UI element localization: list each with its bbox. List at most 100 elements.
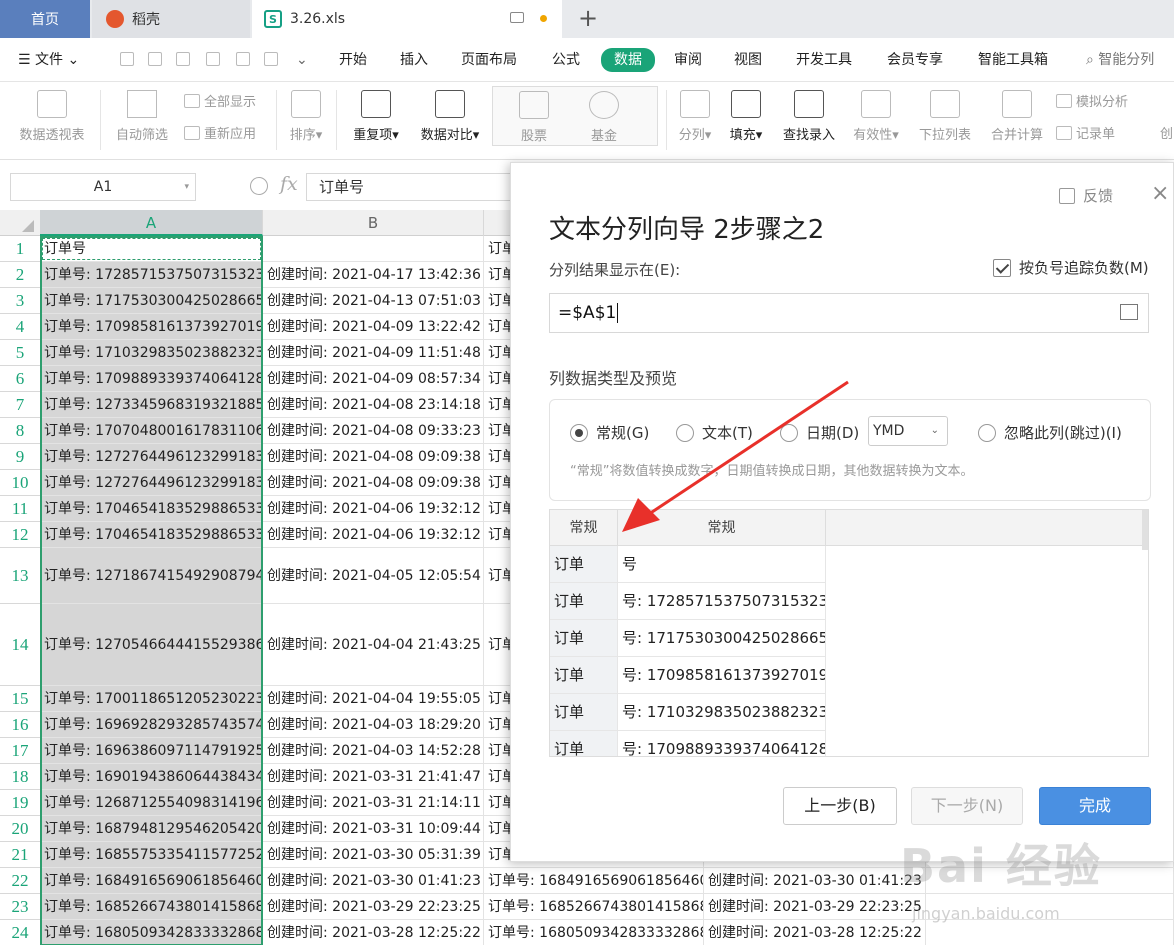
select-all-icon[interactable] bbox=[22, 220, 34, 232]
cell-b[interactable]: 创建时间: 2021-04-17 13:42:36 bbox=[263, 262, 484, 288]
negative-tracking-option[interactable]: 按负号追踪负数(M) bbox=[993, 257, 1149, 278]
cell-c[interactable]: 订单号: 1685266743801415868 bbox=[484, 894, 704, 920]
whatif-button[interactable]: 模拟分析 bbox=[1056, 91, 1128, 110]
new-tab-icon[interactable]: + bbox=[576, 4, 600, 32]
fill-button[interactable]: 填充▾ bbox=[722, 82, 770, 160]
zoom-icon[interactable] bbox=[250, 177, 268, 195]
row-header[interactable]: 14 bbox=[0, 604, 40, 686]
cell-a[interactable]: 订单号: 1704654183529886533 bbox=[40, 522, 263, 548]
cell-a[interactable]: 订单号: 1271867415492908794 bbox=[40, 548, 263, 604]
consolidate-button[interactable]: 合并计算 bbox=[984, 82, 1050, 160]
show-all-button[interactable]: 全部显示 bbox=[184, 91, 256, 110]
cell-a[interactable]: 订单号: 1707048001617831106 bbox=[40, 418, 263, 444]
row-header[interactable]: 10 bbox=[0, 470, 40, 496]
radio-skip-circle[interactable] bbox=[978, 423, 996, 442]
name-box[interactable]: A1 ▾ bbox=[10, 173, 196, 201]
validity-button[interactable]: 有效性▾ bbox=[846, 82, 906, 160]
cell-a[interactable]: 订单号: 1685266743801415868 bbox=[40, 894, 263, 920]
cell-a[interactable]: 订单号: 1696928293285743574 bbox=[40, 712, 263, 738]
cell-a[interactable]: 订单号: 1687948129546205420 bbox=[40, 816, 263, 842]
print-icon[interactable] bbox=[176, 52, 190, 66]
menu-item-data[interactable]: 数据 bbox=[601, 48, 655, 72]
cell-b[interactable]: 创建时间: 2021-03-31 21:41:47 bbox=[263, 764, 484, 790]
row-header[interactable]: 6 bbox=[0, 366, 40, 392]
duplicates-button[interactable]: 重复项▾ bbox=[344, 82, 408, 160]
row-header[interactable]: 12 bbox=[0, 522, 40, 548]
cell-b[interactable]: 创建时间: 2021-04-03 14:52:28 bbox=[263, 738, 484, 764]
print-preview-icon[interactable] bbox=[206, 52, 220, 66]
tab-home[interactable]: 首页 bbox=[0, 0, 90, 38]
cell-b[interactable]: 创建时间: 2021-04-08 23:14:18 bbox=[263, 392, 484, 418]
menu-item-member[interactable]: 会员专享 bbox=[887, 49, 943, 71]
formula-input[interactable]: 订单号 bbox=[306, 173, 536, 201]
cell-c[interactable]: 订单号: 1680509342833332868 bbox=[484, 920, 704, 945]
tab-daoke[interactable]: 稻壳 bbox=[92, 0, 250, 38]
dropdown-list-button[interactable]: 下拉列表 bbox=[912, 82, 978, 160]
menu-item-view[interactable]: 视图 bbox=[734, 49, 762, 71]
create-button[interactable]: 创 bbox=[1160, 123, 1173, 142]
close-icon[interactable]: × bbox=[1151, 181, 1169, 206]
undo-icon[interactable] bbox=[148, 52, 162, 66]
row-header[interactable]: 20 bbox=[0, 816, 40, 842]
row-header[interactable]: 2 bbox=[0, 262, 40, 288]
radio-skip[interactable]: 忽略此列(跳过)(I) bbox=[978, 422, 1122, 443]
file-menu[interactable]: ☰ 文件 ⌄ bbox=[18, 49, 79, 71]
cell-a[interactable]: 订单号: 1270546644415529386 bbox=[40, 604, 263, 686]
stock-button[interactable]: 股票 bbox=[499, 83, 569, 161]
cell-b[interactable]: 创建时间: 2021-04-08 09:33:23 bbox=[263, 418, 484, 444]
row-header[interactable]: 15 bbox=[0, 686, 40, 712]
cell-a[interactable]: 订单号: 1272764496123299183 bbox=[40, 444, 263, 470]
row-header[interactable]: 4 bbox=[0, 314, 40, 340]
row-header[interactable]: 7 bbox=[0, 392, 40, 418]
save-icon[interactable] bbox=[120, 52, 134, 66]
cell-b[interactable]: 创建时间: 2021-03-31 21:14:11 bbox=[263, 790, 484, 816]
smart-split-search[interactable]: ⌕ 智能分列 bbox=[1086, 49, 1154, 71]
cell-b[interactable]: 创建时间: 2021-04-03 18:29:20 bbox=[263, 712, 484, 738]
cell-a[interactable]: 订单号: 1717530300425028665 bbox=[40, 288, 263, 314]
cell-b[interactable]: 创建时间: 2021-03-29 22:23:25 bbox=[263, 894, 484, 920]
fx-icon[interactable]: fx bbox=[280, 173, 298, 195]
cell-b[interactable]: 创建时间: 2021-04-05 12:05:54 bbox=[263, 548, 484, 604]
row-header[interactable]: 13 bbox=[0, 548, 40, 604]
row-header[interactable]: 9 bbox=[0, 444, 40, 470]
cell-c[interactable]: 订单号: 1684916569061856460 bbox=[484, 868, 704, 894]
menu-item-home[interactable]: 开始 bbox=[339, 49, 367, 71]
column-header-b[interactable]: B bbox=[263, 210, 484, 236]
radio-general-circle[interactable] bbox=[570, 423, 588, 442]
cell-a[interactable]: 订单号: 1268712554098314196 bbox=[40, 790, 263, 816]
cell-a[interactable]: 订单号: 1685575335411577252 bbox=[40, 842, 263, 868]
format-painter-icon[interactable] bbox=[264, 52, 278, 66]
redo-icon[interactable] bbox=[236, 52, 250, 66]
preview-scrollbar[interactable] bbox=[1142, 510, 1148, 550]
menu-item-toolbox[interactable]: 智能工具箱 bbox=[978, 49, 1048, 71]
cell-a[interactable]: 订单号: 1684916569061856460 bbox=[40, 868, 263, 894]
fund-button[interactable]: 基金 bbox=[569, 83, 639, 161]
sort-button[interactable]: 排序▾ bbox=[282, 82, 330, 160]
cell-a[interactable]: 订单号: 1273345968319321885 bbox=[40, 392, 263, 418]
row-header[interactable]: 17 bbox=[0, 738, 40, 764]
cell-b[interactable]: 创建时间: 2021-03-30 05:31:39 bbox=[263, 842, 484, 868]
row-header[interactable]: 21 bbox=[0, 842, 40, 868]
stock-fund-gallery[interactable]: 股票 基金 bbox=[492, 86, 658, 146]
cell-b[interactable]: 创建时间: 2021-04-04 19:55:05 bbox=[263, 686, 484, 712]
cell-a[interactable]: 订单号: 1704654183529886533 bbox=[40, 496, 263, 522]
cell-a[interactable]: 订单号: 1690194386064438434 bbox=[40, 764, 263, 790]
cell-a[interactable]: 订单号: 1709858161373927019 bbox=[40, 314, 263, 340]
cell-d[interactable]: 创建时间: 2021-03-29 22:23:25 bbox=[704, 894, 926, 920]
reapply-button[interactable]: 重新应用 bbox=[184, 123, 256, 142]
cell-b[interactable]: 创建时间: 2021-03-31 10:09:44 bbox=[263, 816, 484, 842]
feedback-button[interactable]: 反馈 bbox=[1059, 185, 1113, 206]
row-header[interactable]: 24 bbox=[0, 920, 40, 945]
cell-b[interactable]: 创建时间: 2021-04-06 19:32:12 bbox=[263, 522, 484, 548]
row-header[interactable]: 3 bbox=[0, 288, 40, 314]
row-header[interactable]: 16 bbox=[0, 712, 40, 738]
row-header[interactable]: 5 bbox=[0, 340, 40, 366]
menu-item-formula[interactable]: 公式 bbox=[552, 49, 580, 71]
cell-d[interactable]: 创建时间: 2021-03-28 12:25:22 bbox=[704, 920, 926, 945]
row-header[interactable]: 19 bbox=[0, 790, 40, 816]
pivot-table-button[interactable]: 数据透视表 bbox=[10, 82, 94, 160]
data-preview[interactable]: 常规 常规 订单号订单 号: 1728571537507315323 订单 号: 17… bbox=[549, 509, 1149, 757]
compare-button[interactable]: 数据对比▾ bbox=[412, 82, 488, 160]
cell-b[interactable]: 创建时间: 2021-04-08 09:09:38 bbox=[263, 470, 484, 496]
lookup-button[interactable]: 查找录入 bbox=[774, 82, 844, 160]
